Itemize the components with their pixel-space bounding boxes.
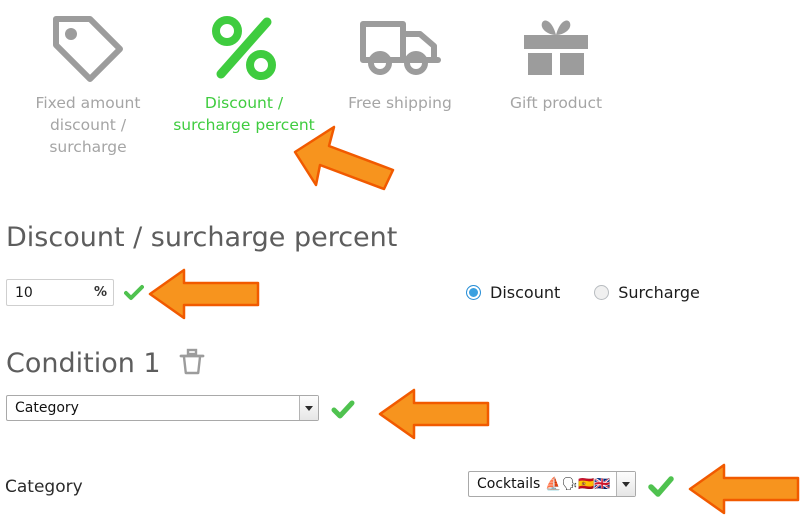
promotion-type-discount-percent[interactable]: Discount / surcharge percent [166,10,322,136]
page-title-discount-percent: Discount / surcharge percent [6,222,398,253]
chevron-down-icon[interactable] [616,472,635,496]
promotion-type-label: Free shipping [348,94,452,112]
condition-type-select-value: Category [15,400,79,416]
gift-box-icon [478,10,634,86]
condition-type-select[interactable]: Category [6,395,319,421]
category-value-valid-check-icon [648,475,674,503]
percent-icon [166,10,322,86]
radio-option-surcharge[interactable]: Surcharge [594,283,700,302]
radio-indicator-surcharge[interactable] [594,285,610,300]
category-value-select-value: Cocktails ⛵🗣🇪🇸🇬🇧 [469,472,616,496]
promotion-type-fixed-amount[interactable]: Fixed amount discount / surcharge [10,10,166,158]
promotion-type-selector: Fixed amount discount / surcharge Discou… [0,0,800,170]
arrow-to-category-value-select [688,463,800,519]
trash-icon[interactable] [179,348,205,384]
percent-valid-check-icon [124,284,144,302]
promotion-type-label: Fixed amount discount / surcharge [35,94,141,156]
arrow-to-condition-type-select [378,388,490,444]
delivery-truck-icon [322,10,478,86]
promotion-type-free-shipping[interactable]: Free shipping [322,10,478,114]
condition-heading: Condition 1 [6,348,205,384]
category-value-text: Cocktails [477,476,541,492]
promotion-type-gift-product[interactable]: Gift product [478,10,634,114]
category-value-select[interactable]: Cocktails ⛵🗣🇪🇸🇬🇧 [468,471,636,497]
radio-indicator-discount[interactable] [466,285,481,300]
percent-amount-row: % [6,279,144,306]
condition-type-valid-check-icon [331,399,355,425]
percent-input[interactable] [15,284,90,301]
category-field-label: Category [5,477,83,497]
category-value-flags: ⛵🗣🇪🇸🇬🇧 [545,476,611,492]
percent-unit-label: % [93,285,107,300]
percent-input-wrapper[interactable]: % [6,279,114,306]
price-tag-icon [10,10,166,86]
radio-label-discount: Discount [490,283,561,302]
chevron-down-icon[interactable] [299,396,318,420]
radio-label-surcharge: Surcharge [618,283,700,302]
radio-option-discount[interactable]: Discount [466,283,560,302]
promotion-type-label: Discount / surcharge percent [173,94,315,134]
discount-mode-radio-group: Discount Surcharge [466,283,700,302]
condition-heading-text: Condition 1 [6,348,161,379]
arrow-to-percent-input [148,268,260,324]
promotion-type-label: Gift product [509,94,603,112]
